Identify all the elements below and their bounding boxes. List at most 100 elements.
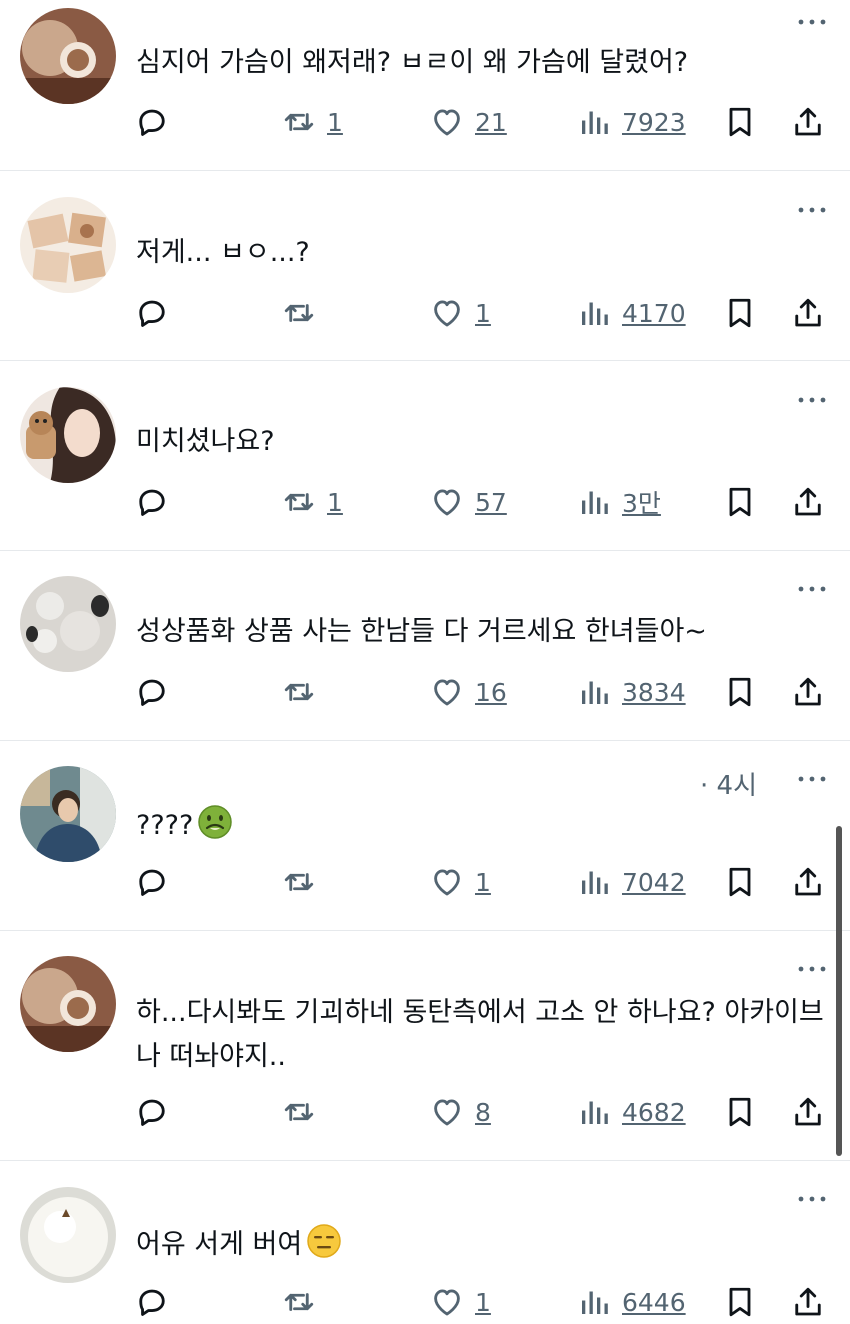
share-icon	[790, 295, 826, 331]
more-dots-icon[interactable]	[796, 390, 828, 410]
views-chart-icon	[576, 864, 612, 900]
views-button[interactable]: 4682	[576, 1090, 686, 1134]
tweet[interactable]: 하...다시봐도 기괴하네 동탄측에서 고소 안 하나요? 아카이브나 떠놔야지…	[0, 931, 850, 1160]
reply-button[interactable]	[134, 480, 170, 524]
tweet[interactable]: 성상품화 상품 사는 한남들 다 거르세요 한녀들아~ 16 3834	[0, 551, 850, 740]
share-button[interactable]	[790, 670, 826, 714]
views-button[interactable]: 3834	[576, 670, 686, 714]
tweet-actions: 1 21 7923	[0, 100, 850, 144]
views-button[interactable]: 7923	[576, 100, 686, 144]
retweet-button[interactable]	[281, 670, 327, 714]
retweet-button[interactable]	[281, 1280, 327, 1324]
bookmark-button[interactable]	[722, 291, 758, 335]
tweet-actions: 8 4682	[0, 1090, 850, 1134]
heart-icon	[429, 864, 465, 900]
retweet-button[interactable]: 1	[281, 480, 343, 524]
like-button[interactable]: 16	[429, 670, 507, 714]
views-count: 7042	[622, 867, 686, 897]
retweet-icon	[281, 864, 317, 900]
like-button[interactable]: 1	[429, 291, 491, 335]
avatar[interactable]	[20, 197, 116, 293]
views-count: 7923	[622, 107, 686, 137]
more-dots-icon[interactable]	[796, 200, 828, 220]
views-chart-icon	[576, 1284, 612, 1320]
avatar[interactable]	[20, 387, 116, 483]
more-dots-icon[interactable]	[796, 1189, 828, 1209]
tweet-text-content: 저게... ㅂㅇ...?	[136, 237, 310, 268]
views-button[interactable]: 4170	[576, 291, 686, 335]
scrollbar[interactable]	[836, 826, 842, 1156]
like-count: 1	[475, 1287, 491, 1317]
bookmark-button[interactable]	[722, 480, 758, 524]
retweet-button[interactable]	[281, 860, 327, 904]
tweet-text: 하...다시봐도 기괴하네 동탄측에서 고소 안 하나요? 아카이브나 떠놔야지…	[136, 991, 826, 1079]
tweet-text-content: ????	[136, 810, 194, 841]
reply-button[interactable]	[134, 1280, 170, 1324]
views-button[interactable]: 6446	[576, 1280, 686, 1324]
share-button[interactable]	[790, 1280, 826, 1324]
retweet-button[interactable]: 1	[281, 100, 343, 144]
share-button[interactable]	[790, 1090, 826, 1134]
tweet-text: 미치셨나요?	[136, 422, 826, 462]
more-dots-icon[interactable]	[796, 12, 828, 32]
expressionless-face-emoji	[306, 1223, 342, 1259]
like-button[interactable]: 57	[429, 480, 507, 524]
views-button[interactable]: 7042	[576, 860, 686, 904]
like-button[interactable]: 21	[429, 100, 507, 144]
tweet[interactable]: · 4시 ???? 1 7042	[0, 741, 850, 930]
heart-icon	[429, 295, 465, 331]
tweet[interactable]: 미치셨나요? 1 57 3만	[0, 361, 850, 550]
nauseated-face-emoji	[197, 804, 233, 840]
reply-button[interactable]	[134, 291, 170, 335]
like-button[interactable]: 8	[429, 1090, 491, 1134]
tweet[interactable]: 저게... ㅂㅇ...? 1 4170	[0, 171, 850, 360]
bookmark-button[interactable]	[722, 1280, 758, 1324]
more-dots-icon[interactable]	[796, 769, 828, 789]
bookmark-icon	[722, 295, 758, 331]
share-button[interactable]	[790, 860, 826, 904]
views-chart-icon	[576, 674, 612, 710]
bookmark-button[interactable]	[722, 860, 758, 904]
tweet-text-content: 미치셨나요?	[136, 426, 275, 457]
retweet-button[interactable]	[281, 1090, 327, 1134]
bookmark-icon	[722, 1094, 758, 1130]
share-icon	[790, 484, 826, 520]
share-icon	[790, 1094, 826, 1130]
avatar[interactable]	[20, 956, 116, 1052]
tweet-text: 어유 서게 버여	[136, 1223, 826, 1265]
tweet-text-content: 어유 서게 버여	[136, 1229, 303, 1260]
share-button[interactable]	[790, 100, 826, 144]
bookmark-button[interactable]	[722, 1090, 758, 1134]
reply-button[interactable]	[134, 1090, 170, 1134]
share-button[interactable]	[790, 291, 826, 335]
bookmark-icon	[722, 674, 758, 710]
bookmark-icon	[722, 104, 758, 140]
avatar[interactable]	[20, 576, 116, 672]
like-button[interactable]: 1	[429, 1280, 491, 1324]
views-button[interactable]: 3만	[576, 480, 661, 524]
bookmark-button[interactable]	[722, 670, 758, 714]
tweet[interactable]: 어유 서게 버여 1 6446	[0, 1161, 850, 1322]
retweet-button[interactable]	[281, 291, 327, 335]
like-count: 21	[475, 107, 507, 137]
avatar[interactable]	[20, 766, 116, 862]
like-button[interactable]: 1	[429, 860, 491, 904]
tweet[interactable]: 심지어 가슴이 왜저래? ㅂㄹ이 왜 가슴에 달렸어? 1 21 7923	[0, 0, 850, 170]
bookmark-button[interactable]	[722, 100, 758, 144]
retweet-icon	[281, 1284, 317, 1320]
views-count: 6446	[622, 1287, 686, 1317]
heart-icon	[429, 1284, 465, 1320]
reply-button[interactable]	[134, 860, 170, 904]
views-count: 4170	[622, 298, 686, 328]
avatar[interactable]	[20, 8, 116, 104]
share-button[interactable]	[790, 480, 826, 524]
like-count: 1	[475, 867, 491, 897]
reply-button[interactable]	[134, 100, 170, 144]
reply-button[interactable]	[134, 670, 170, 714]
views-chart-icon	[576, 1094, 612, 1130]
more-dots-icon[interactable]	[796, 959, 828, 979]
more-dots-icon[interactable]	[796, 579, 828, 599]
tweet-text: ????	[136, 804, 826, 846]
views-count: 3834	[622, 677, 686, 707]
avatar[interactable]	[20, 1187, 116, 1283]
